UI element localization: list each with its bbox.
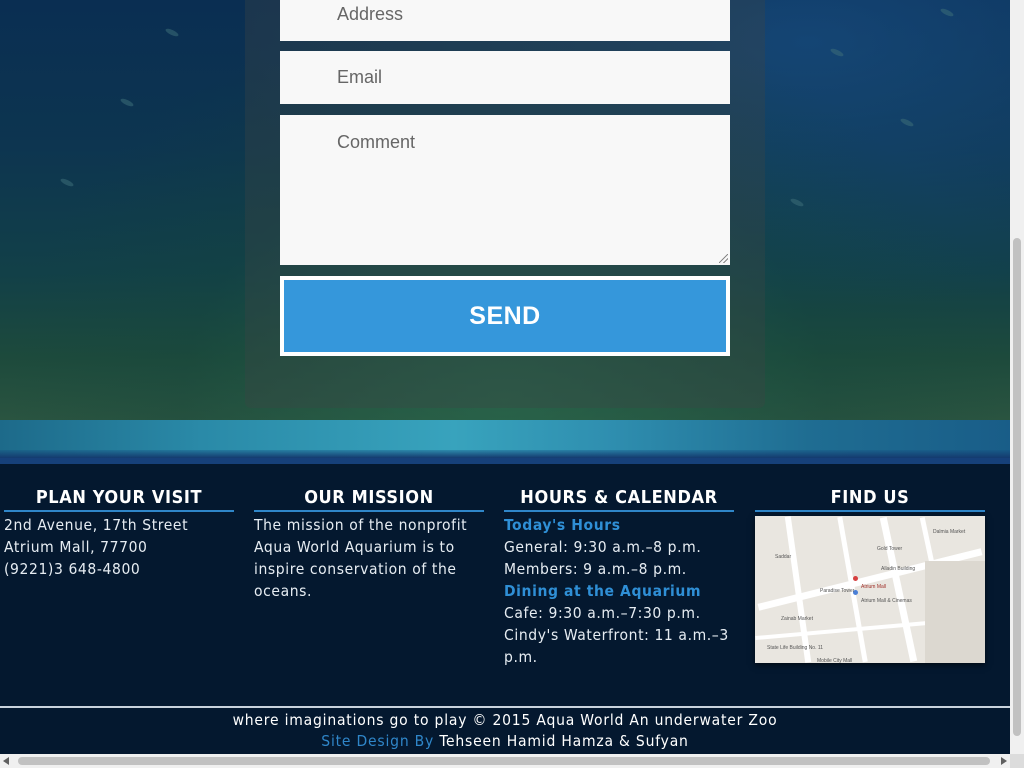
footer-divider	[0, 706, 1010, 708]
horizontal-scroll-thumb[interactable]	[18, 757, 990, 765]
map-label: Zainab Market	[781, 616, 813, 622]
mission-column: OUR MISSION The mission of the nonprofit…	[254, 486, 484, 602]
cafe-hours: Cafe: 9:30 a.m.–7:30 p.m.	[504, 604, 701, 622]
address-line: Atrium Mall, 77700	[4, 538, 148, 556]
todays-hours-title: Today's Hours	[504, 516, 621, 534]
plan-visit-heading: PLAN YOUR VISIT	[4, 486, 234, 512]
mission-heading: OUR MISSION	[254, 486, 484, 512]
map-label: Dalmia Market	[933, 529, 966, 535]
map-label: Saddar	[775, 554, 792, 560]
vertical-scrollbar[interactable]	[1010, 0, 1024, 768]
fish-decoration	[939, 7, 955, 18]
find-us-column: FIND US Gold Tower Atrium Mall Atrium Ma…	[755, 486, 985, 663]
site-footer: PLAN YOUR VISIT 2nd Avenue, 17th Street …	[0, 464, 1010, 768]
find-us-heading: FIND US	[755, 486, 985, 512]
location-map[interactable]: Gold Tower Atrium Mall Atrium Mall & Cin…	[755, 516, 985, 663]
fish-decoration	[899, 117, 915, 128]
footer-credits: where imaginations go to play © 2015 Aqu…	[0, 710, 1010, 752]
scrollbar-corner	[1010, 754, 1024, 768]
map-label: Alladin Building	[881, 566, 916, 572]
scroll-left-arrow-icon[interactable]	[3, 757, 9, 765]
comment-placeholder: Comment	[337, 132, 416, 152]
vertical-scroll-thumb[interactable]	[1013, 238, 1021, 736]
hours-heading: HOURS & CALENDAR	[504, 486, 734, 512]
map-label: Paradise Tower	[820, 588, 855, 594]
map-label: State Life Building No. 11	[767, 645, 824, 651]
map-label: Atrium Mall & Cinemas	[861, 598, 912, 604]
designer-names: Tehseen Hamid Hamza & Sufyan	[439, 732, 689, 750]
hours-column: HOURS & CALENDAR Today's Hours General: …	[504, 486, 734, 668]
horizontal-scrollbar[interactable]	[0, 754, 1010, 768]
address-placeholder: Address	[337, 4, 404, 24]
waterfront-hours: Cindy's Waterfront: 11 a.m.–3 p.m.	[504, 626, 729, 666]
fish-decoration	[164, 27, 180, 38]
wave-divider	[0, 420, 1010, 458]
address-line: 2nd Avenue, 17th Street	[4, 516, 189, 534]
site-design-prefix: Site Design By	[321, 732, 435, 750]
email-field[interactable]: Email	[280, 51, 730, 104]
fish-decoration	[829, 47, 845, 58]
fish-decoration	[119, 97, 135, 108]
members-hours: Members: 9 a.m.–8 p.m.	[504, 560, 687, 578]
email-placeholder: Email	[337, 67, 383, 87]
send-button[interactable]: SEND	[280, 276, 730, 356]
address-field[interactable]: Address	[280, 0, 730, 41]
comment-textarea[interactable]: Comment	[280, 115, 730, 265]
dining-title: Dining at the Aquarium	[504, 582, 702, 600]
general-hours: General: 9:30 a.m.–8 p.m.	[504, 538, 702, 556]
site-design-credit: Site Design By Tehseen Hamid Hamza & Suf…	[0, 731, 1010, 752]
map-block	[925, 561, 985, 663]
fish-decoration	[59, 177, 75, 188]
map-label: Mobile City Mall	[817, 658, 853, 663]
resize-handle-icon[interactable]	[719, 254, 728, 263]
mission-text: The mission of the nonprofit Aqua World …	[254, 516, 468, 600]
phone-number: (9221)3 648-4800	[4, 560, 141, 578]
scroll-right-arrow-icon[interactable]	[1001, 757, 1007, 765]
fish-decoration	[789, 197, 805, 208]
map-label: Gold Tower	[877, 546, 903, 552]
plan-visit-column: PLAN YOUR VISIT 2nd Avenue, 17th Street …	[4, 486, 234, 580]
copyright-tagline: where imaginations go to play © 2015 Aqu…	[232, 711, 778, 729]
